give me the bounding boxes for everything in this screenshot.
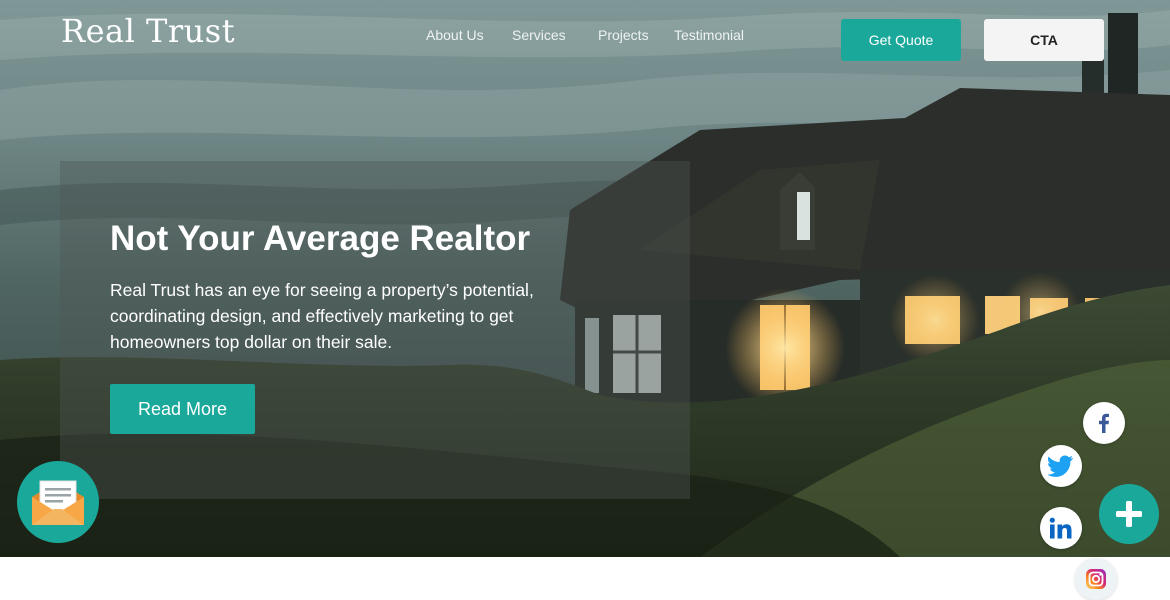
twitter-icon <box>1048 455 1073 477</box>
plus-icon <box>1116 501 1142 527</box>
plus-fab-button[interactable] <box>1099 484 1159 544</box>
mail-fab-button[interactable] <box>17 461 99 543</box>
nav-link-about-us[interactable]: About Us <box>426 27 484 43</box>
linkedin-link[interactable] <box>1040 507 1082 549</box>
mail-envelope-icon <box>32 480 84 525</box>
cta-button[interactable]: CTA <box>984 19 1104 61</box>
hero-title: Not Your Average Realtor <box>110 219 531 258</box>
nav-link-projects[interactable]: Projects <box>598 27 649 43</box>
main-navigation: About Us Services Projects Testimonial <box>0 27 800 47</box>
get-quote-button[interactable]: Get Quote <box>841 19 961 61</box>
instagram-link[interactable] <box>1075 558 1117 600</box>
facebook-link[interactable] <box>1083 402 1125 444</box>
nav-link-testimonial[interactable]: Testimonial <box>674 27 744 43</box>
instagram-icon <box>1086 569 1106 589</box>
nav-link-services[interactable]: Services <box>512 27 566 43</box>
linkedin-icon <box>1049 517 1072 539</box>
hero-section: Real Trust About Us Services Projects Te… <box>0 0 1170 557</box>
hero-description: Real Trust has an eye for seeing a prope… <box>110 280 534 352</box>
read-more-button[interactable]: Read More <box>110 384 255 434</box>
twitter-link[interactable] <box>1040 445 1082 487</box>
facebook-icon <box>1099 413 1109 433</box>
